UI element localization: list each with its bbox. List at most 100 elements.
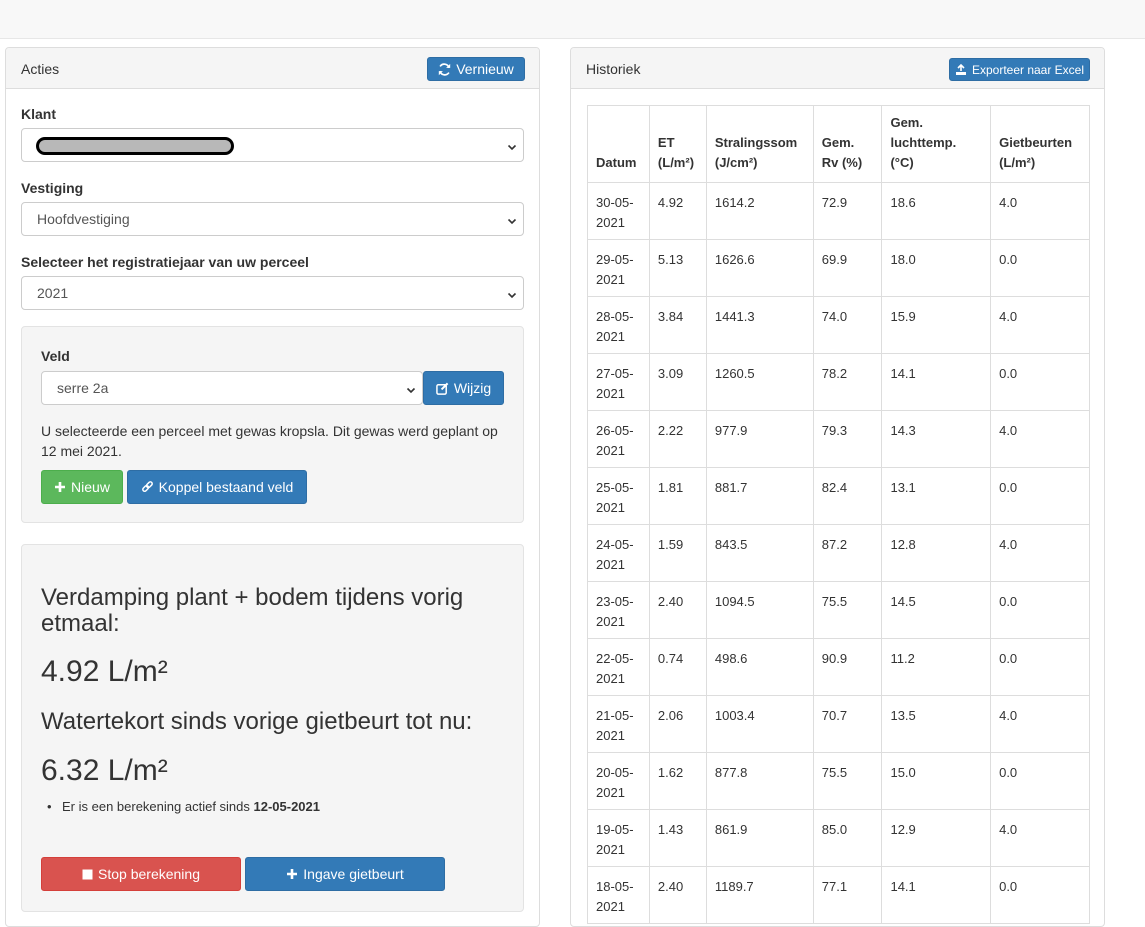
acties-panel-heading: Acties Vernieuw <box>6 48 539 89</box>
nieuw-button[interactable]: Nieuw <box>41 470 123 504</box>
cell-luchttemp: 18.6 <box>881 182 992 240</box>
wijzig-button[interactable]: Wijzig <box>423 371 504 405</box>
cell-stralingssom: 843.5 <box>705 524 814 582</box>
cell-gietbeurten: 0.0 <box>990 239 1090 297</box>
vernieuw-button[interactable]: Vernieuw <box>427 57 525 81</box>
cell-rv: 69.9 <box>812 239 883 297</box>
ingave-gietbeurt-button[interactable]: Ingave gietbeurt <box>245 857 445 891</box>
cell-stralingssom: 1094.5 <box>705 581 814 639</box>
cell-gietbeurten[interactable]: 4.0 <box>990 182 1090 240</box>
cell-luchttemp: 12.8 <box>881 524 992 582</box>
cell-gietbeurten[interactable]: 4.0 <box>990 809 1090 867</box>
table-row: 29-05-2021 5.13 1626.6 69.9 18.0 0.0 <box>587 239 1090 297</box>
table-header-row: Datum ET (L/m²) Stralingssom (J/cm²) Gem… <box>587 105 1090 183</box>
cell-datum: 18-05-2021 <box>587 866 650 924</box>
table-row: 28-05-2021 3.84 1441.3 74.0 15.9 4.0 <box>587 296 1090 354</box>
vernieuw-label: Vernieuw <box>456 61 514 77</box>
cell-luchttemp: 15.0 <box>881 752 992 810</box>
veld-select[interactable]: serre 2a <box>41 371 423 405</box>
cell-datum: 23-05-2021 <box>587 581 650 639</box>
registratiejaar-select[interactable]: 2021 <box>21 276 524 310</box>
cell-luchttemp: 14.3 <box>881 410 992 468</box>
cell-stralingssom: 1614.2 <box>705 182 814 240</box>
plus-icon <box>286 868 298 880</box>
cell-gietbeurten[interactable]: 4.0 <box>990 410 1090 468</box>
cell-luchttemp: 13.1 <box>881 467 992 525</box>
cell-gietbeurten: 0.0 <box>990 752 1090 810</box>
cell-rv: 85.0 <box>812 809 883 867</box>
klant-select[interactable] <box>21 128 524 162</box>
cell-datum: 22-05-2021 <box>587 638 650 696</box>
cell-et: 1.62 <box>648 752 707 810</box>
cell-rv: 90.9 <box>812 638 883 696</box>
cell-datum: 20-05-2021 <box>587 752 650 810</box>
registratiejaar-value: 2021 <box>37 285 69 301</box>
top-navbar <box>0 0 1145 39</box>
cell-gietbeurten: 0.0 <box>990 638 1090 696</box>
watertekort-heading: Watertekort sinds vorige gietbeurt tot n… <box>41 708 473 735</box>
cell-datum: 26-05-2021 <box>587 410 650 468</box>
table-row: 22-05-2021 0.74 498.6 90.9 11.2 0.0 <box>587 638 1090 696</box>
table-row: 24-05-2021 1.59 843.5 87.2 12.8 4.0 <box>587 524 1090 582</box>
cell-stralingssom: 1626.6 <box>705 239 814 297</box>
table-row: 26-05-2021 2.22 977.9 79.3 14.3 4.0 <box>587 410 1090 468</box>
table-row: 18-05-2021 2.40 1189.7 77.1 14.1 0.0 <box>587 866 1090 924</box>
acties-panel: Acties Vernieuw Klant Vestiging Hoofdves… <box>5 47 540 927</box>
cell-et: 2.40 <box>648 581 707 639</box>
historiek-table: Datum ET (L/m²) Stralingssom (J/cm²) Gem… <box>587 105 1090 924</box>
cell-luchttemp: 15.9 <box>881 296 992 354</box>
stop-icon <box>82 869 93 880</box>
cell-gietbeurten: 0.0 <box>990 353 1090 411</box>
verdamping-heading: Verdamping plant + bodem tijdens vorig e… <box>41 584 464 637</box>
verdamping-value: 4.92 L/m² <box>41 655 168 688</box>
berekening-well: Verdamping plant + bodem tijdens vorig e… <box>21 544 524 912</box>
cell-datum: 19-05-2021 <box>587 809 650 867</box>
cell-et: 2.22 <box>648 410 707 468</box>
redacted-klant-value <box>36 137 234 155</box>
column-header-gietbeurten: Gietbeurten (L/m²) <box>990 105 1090 183</box>
vestiging-select[interactable]: Hoofdvestiging <box>21 202 524 236</box>
cell-stralingssom: 1441.3 <box>705 296 814 354</box>
cell-stralingssom: 498.6 <box>705 638 814 696</box>
cell-datum: 27-05-2021 <box>587 353 650 411</box>
perceel-info-text: U selecteerde een perceel met gewas krop… <box>41 423 498 459</box>
historiek-panel: Historiek Exporteer naar Excel Datum ET … <box>570 47 1105 927</box>
cell-rv: 74.0 <box>812 296 883 354</box>
cell-gietbeurten[interactable]: 4.0 <box>990 524 1090 582</box>
cell-datum: 25-05-2021 <box>587 467 650 525</box>
koppel-label: Koppel bestaand veld <box>158 479 294 495</box>
klant-label: Klant <box>21 106 56 122</box>
exporteer-excel-button[interactable]: Exporteer naar Excel <box>949 58 1090 81</box>
cell-rv: 75.5 <box>812 581 883 639</box>
chevron-down-icon <box>507 287 517 303</box>
table-row: 19-05-2021 1.43 861.9 85.0 12.9 4.0 <box>587 809 1090 867</box>
veld-value: serre 2a <box>57 380 109 396</box>
table-row: 20-05-2021 1.62 877.8 75.5 15.0 0.0 <box>587 752 1090 810</box>
wijzig-label: Wijzig <box>453 380 492 396</box>
cell-datum: 21-05-2021 <box>587 695 650 753</box>
nieuw-label: Nieuw <box>71 479 110 495</box>
stop-berekening-button[interactable]: Stop berekening <box>41 857 241 891</box>
cell-datum: 30-05-2021 <box>587 182 650 240</box>
column-header-stralingssom: Stralingssom (J/cm²) <box>705 105 814 183</box>
cell-gietbeurten[interactable]: 4.0 <box>990 296 1090 354</box>
historiek-panel-title: Historiek <box>586 61 641 77</box>
berekening-actief-bullet: Er is een berekening actief sinds 12-05-… <box>47 799 320 814</box>
export-icon <box>955 63 967 76</box>
column-header-luchttemp: Gem. luchttemp. (°C) <box>881 105 992 183</box>
edit-icon <box>436 382 449 395</box>
cell-luchttemp: 14.5 <box>881 581 992 639</box>
cell-et: 1.81 <box>648 467 707 525</box>
cell-datum: 28-05-2021 <box>587 296 650 354</box>
cell-et: 3.84 <box>648 296 707 354</box>
cell-stralingssom: 1003.4 <box>705 695 814 753</box>
cell-et: 2.06 <box>648 695 707 753</box>
exporteer-label: Exporteer naar Excel <box>971 62 1085 77</box>
cell-luchttemp: 12.9 <box>881 809 992 867</box>
cell-gietbeurten[interactable]: 4.0 <box>990 695 1090 753</box>
cell-luchttemp: 14.1 <box>881 866 992 924</box>
cell-luchttemp: 11.2 <box>881 638 992 696</box>
column-header-rv: Gem. Rv (%) <box>812 105 883 183</box>
cell-stralingssom: 877.8 <box>705 752 814 810</box>
koppel-bestaand-veld-button[interactable]: Koppel bestaand veld <box>127 470 307 504</box>
